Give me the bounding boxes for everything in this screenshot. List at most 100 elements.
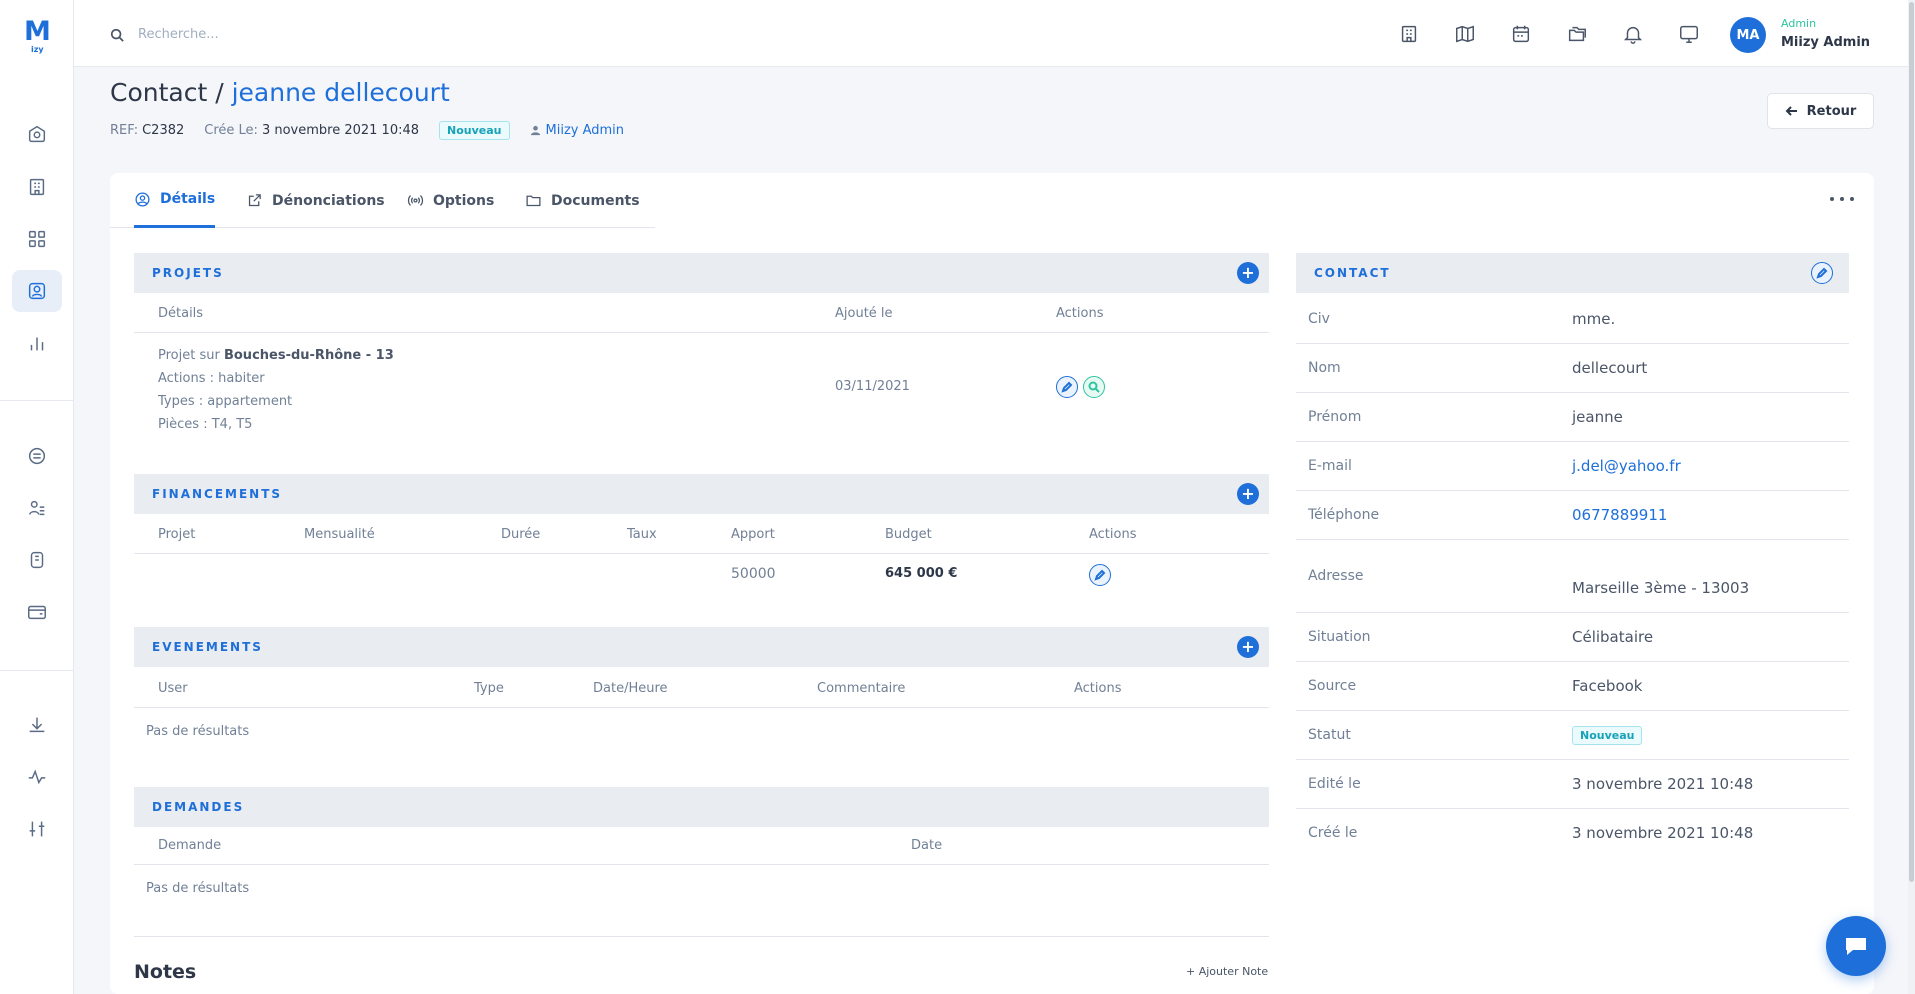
evenements-header: EVENEMENTS + bbox=[134, 627, 1269, 667]
created-label: Crée Le: bbox=[204, 123, 258, 138]
building-icon[interactable] bbox=[1397, 22, 1421, 46]
sliders-icon bbox=[29, 821, 45, 837]
field-label: Statut bbox=[1308, 727, 1351, 743]
sidebar-item-home[interactable] bbox=[12, 113, 62, 155]
sidebar-item-users[interactable] bbox=[12, 487, 62, 529]
projet-line: Pièces : T4, T5 bbox=[158, 417, 253, 432]
user-role: Admin bbox=[1781, 17, 1817, 30]
back-button[interactable]: Retour bbox=[1767, 93, 1874, 129]
chat-button[interactable] bbox=[1826, 916, 1886, 976]
search-icon[interactable] bbox=[1083, 376, 1105, 398]
status-badge: Nouveau bbox=[439, 121, 510, 140]
column-header: Apport bbox=[731, 527, 775, 542]
edit-icon[interactable] bbox=[1811, 262, 1833, 284]
email-link[interactable]: j.del@yahoo.fr bbox=[1572, 457, 1681, 475]
projet-date: 03/11/2021 bbox=[835, 379, 910, 394]
user-name[interactable]: Miizy Admin bbox=[1781, 35, 1870, 50]
tab-details[interactable]: Détails bbox=[134, 173, 216, 228]
bar-chart-icon bbox=[30, 337, 44, 351]
sidebar-item-activity[interactable] bbox=[12, 756, 62, 798]
tab-label: Documents bbox=[551, 192, 640, 209]
activity-icon bbox=[28, 769, 46, 785]
sidebar-item-wallet[interactable] bbox=[12, 591, 62, 633]
field-value: mme. bbox=[1572, 310, 1616, 328]
empty-message: Pas de résultats bbox=[146, 881, 250, 896]
add-note-link[interactable]: + Ajouter Note bbox=[1186, 965, 1268, 978]
contact-name: jeanne dellecourt bbox=[231, 78, 450, 107]
sidebar-item-dashboard[interactable] bbox=[12, 218, 62, 260]
edit-icon[interactable] bbox=[1056, 376, 1078, 398]
owner-link[interactable]: Miizy Admin bbox=[530, 123, 625, 138]
tab-denonciations[interactable]: Dénonciations bbox=[246, 173, 385, 228]
projet-line: Types : appartement bbox=[158, 394, 293, 409]
contact-icon bbox=[28, 282, 46, 300]
column-header: Projet bbox=[158, 527, 196, 542]
column-header: Actions bbox=[1074, 681, 1122, 696]
sidebar-item-buildings[interactable] bbox=[12, 166, 62, 208]
divider bbox=[1296, 759, 1849, 760]
status-badge: Nouveau bbox=[1572, 726, 1643, 745]
field-value: jeanne bbox=[1572, 408, 1623, 426]
sidebar-item-tasks[interactable] bbox=[12, 539, 62, 581]
add-projet-button[interactable]: + bbox=[1237, 262, 1259, 284]
owner-name: Miizy Admin bbox=[545, 123, 625, 138]
field-label: Prénom bbox=[1308, 409, 1362, 425]
column-header: User bbox=[158, 681, 188, 696]
divider bbox=[1296, 612, 1849, 613]
calendar-icon[interactable] bbox=[1509, 22, 1533, 46]
sidebar-item-stats[interactable] bbox=[12, 322, 62, 364]
folders-icon[interactable] bbox=[1565, 22, 1589, 46]
sidebar-item-settings[interactable] bbox=[12, 808, 62, 850]
wallet-icon bbox=[28, 605, 46, 620]
field-label: E-mail bbox=[1308, 458, 1352, 474]
field-label: Source bbox=[1308, 678, 1357, 694]
field-value: 3 novembre 2021 10:48 bbox=[1572, 824, 1754, 842]
map-icon[interactable] bbox=[1453, 22, 1477, 46]
field-label: Téléphone bbox=[1308, 507, 1380, 523]
field-value: Marseille 3ème - 13003 bbox=[1572, 579, 1750, 597]
field-value: Célibataire bbox=[1572, 628, 1654, 646]
arrow-left-icon bbox=[1785, 106, 1797, 116]
sidebar-divider bbox=[0, 670, 73, 671]
column-header: Durée bbox=[501, 527, 541, 542]
more-options-icon[interactable] bbox=[1830, 191, 1854, 207]
tab-options[interactable]: Options bbox=[407, 173, 494, 228]
building-icon bbox=[29, 178, 45, 196]
tab-label: Dénonciations bbox=[272, 192, 385, 209]
monitor-icon[interactable] bbox=[1677, 22, 1701, 46]
sidebar: M izy bbox=[0, 0, 74, 994]
tab-documents[interactable]: Documents bbox=[525, 173, 640, 228]
sidebar-item-import[interactable] bbox=[12, 704, 62, 746]
sidebar-divider bbox=[0, 400, 73, 401]
avatar[interactable]: MA bbox=[1730, 17, 1766, 53]
ref-value: C2382 bbox=[142, 123, 185, 138]
logo-letter: M bbox=[24, 16, 51, 47]
bell-icon[interactable] bbox=[1621, 22, 1645, 46]
search-input[interactable] bbox=[138, 22, 438, 46]
section-title: EVENEMENTS bbox=[152, 640, 263, 654]
add-evenement-button[interactable]: + bbox=[1237, 636, 1259, 658]
projet-location: Bouches-du-Rhône - 13 bbox=[223, 348, 394, 363]
field-value: Facebook bbox=[1572, 677, 1643, 695]
topbar: MA Admin Miizy Admin bbox=[74, 0, 1915, 67]
field-value: dellecourt bbox=[1572, 359, 1648, 377]
projet-details: Projet sur Bouches-du-Rhône - 13 Actions… bbox=[158, 344, 394, 436]
back-button-label: Retour bbox=[1806, 103, 1857, 119]
section-title: CONTACT bbox=[1314, 266, 1391, 280]
edit-icon[interactable] bbox=[1089, 564, 1111, 586]
field-label: Créé le bbox=[1308, 825, 1358, 841]
page-title-prefix: Contact / bbox=[110, 78, 224, 107]
scrollbar[interactable] bbox=[1908, 0, 1915, 994]
user-list-icon bbox=[28, 500, 45, 516]
phone-link[interactable]: 0677889911 bbox=[1572, 506, 1667, 524]
column-header: Taux bbox=[627, 527, 657, 542]
sidebar-item-contacts[interactable] bbox=[12, 270, 62, 312]
search-icon bbox=[110, 27, 124, 42]
add-financement-button[interactable]: + bbox=[1237, 483, 1259, 505]
broadcast-icon bbox=[407, 195, 424, 206]
download-icon bbox=[29, 717, 45, 733]
sidebar-item-list[interactable] bbox=[12, 435, 62, 477]
column-header: Mensualité bbox=[304, 527, 375, 542]
brand-logo[interactable]: M izy bbox=[24, 16, 52, 55]
scrollbar-thumb[interactable] bbox=[1909, 2, 1914, 882]
